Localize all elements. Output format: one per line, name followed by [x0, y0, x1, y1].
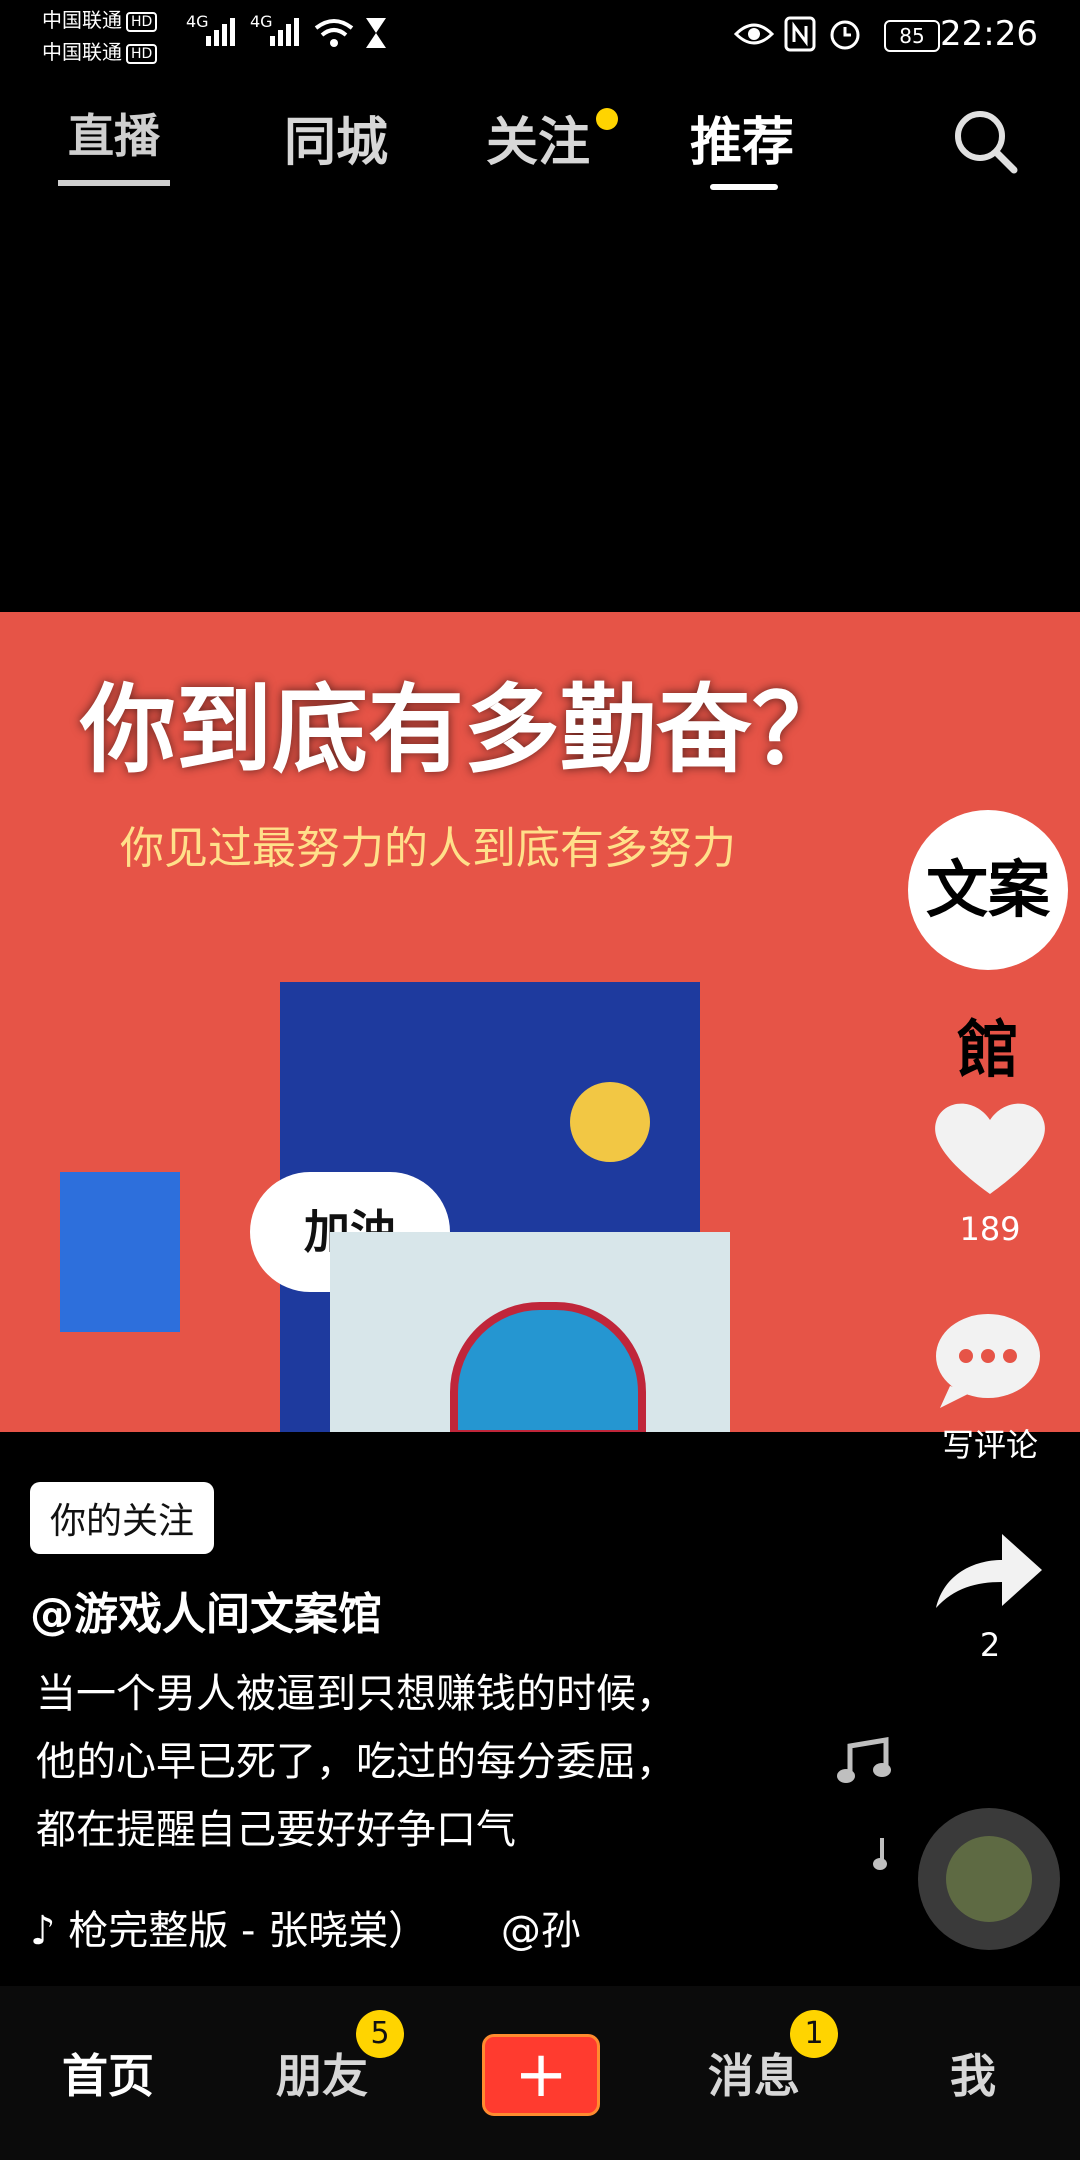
poster-illustration	[60, 1172, 180, 1332]
following-badge: 你的关注	[30, 1482, 215, 1554]
nav-me[interactable]: 我	[950, 2040, 996, 2106]
nav-home[interactable]: 首页	[62, 2040, 154, 2106]
video-description: 当一个男人被逼到只想赚钱的时候， 他的心早已死了，吃过的每分委屈， 都在提醒自己…	[36, 1660, 796, 1864]
music-title: 枪完整版 - 张晓棠）	[68, 1908, 429, 1954]
hd-badge: HD	[126, 43, 158, 64]
live-button[interactable]: 直播	[58, 100, 170, 186]
status-bar: 中国联通 HD 中国联通 HD 4G 4G 85 22:26	[0, 0, 1080, 72]
tiktok-note-icon: ♪	[30, 1908, 56, 1954]
like-count: 189	[959, 1210, 1021, 1248]
music-note-small-icon	[873, 1838, 887, 1870]
battery-indicator: 85	[884, 20, 940, 52]
alarm-icon	[830, 20, 860, 50]
like-heart-icon[interactable]	[930, 1098, 1050, 1198]
signal-icon-2	[270, 18, 299, 46]
messages-badge: 1	[790, 2010, 838, 2058]
carrier-2: 中国联通 HD	[42, 40, 158, 64]
share-icon[interactable]	[930, 1528, 1050, 1628]
eye-icon	[734, 23, 774, 45]
comment-label: 写评论	[941, 1426, 1038, 1464]
description-line: 都在提醒自己要好好争口气	[36, 1807, 516, 1853]
active-tab-indicator	[710, 184, 778, 190]
author-name[interactable]: @游戏人间文案馆	[30, 1578, 382, 1642]
tab-following[interactable]: 关注	[486, 100, 590, 175]
hourglass-icon	[366, 18, 386, 48]
tab-recommended[interactable]: 推荐	[690, 100, 794, 175]
moon-illustration	[570, 1082, 650, 1162]
video-subtitle-overlay: 你见过最努力的人到底有多努力	[120, 823, 736, 874]
music-disc-cover	[946, 1836, 1032, 1922]
wifi-icon	[314, 19, 354, 47]
tab-nearby[interactable]: 同城	[284, 100, 388, 175]
friends-badge: 5	[356, 2010, 404, 2058]
share-count: 2	[979, 1626, 1001, 1664]
nav-messages[interactable]: 消息	[708, 2040, 800, 2106]
nav-friends[interactable]: 朋友	[276, 2040, 368, 2106]
top-nav: 直播 同城 关注 推荐	[0, 90, 1080, 200]
bottom-nav: 首页 朋友 5 + 消息 1 我	[0, 1986, 1080, 2160]
create-post-button[interactable]: +	[482, 2034, 600, 2116]
music-disc[interactable]	[918, 1808, 1060, 1950]
comment-icon[interactable]	[930, 1310, 1050, 1410]
music-author: @孙	[500, 1908, 581, 1954]
following-new-dot	[596, 108, 618, 130]
clock: 22:26	[940, 14, 1038, 54]
nfc-icon	[784, 16, 816, 52]
signal-icon	[206, 18, 235, 46]
hd-badge: HD	[126, 11, 158, 32]
music-note-icon	[837, 1737, 891, 1783]
video-title-overlay: 你到底有多勤奋？	[80, 674, 848, 786]
channel-avatar[interactable]: 文案館	[908, 810, 1068, 1086]
search-icon[interactable]	[950, 106, 1020, 176]
description-line: 他的心早已死了，吃过的每分委屈，	[36, 1739, 676, 1785]
music-ticker[interactable]: ♪ 枪完整版 - 张晓棠） @孙	[30, 1898, 581, 1956]
carrier-1: 中国联通 HD	[42, 8, 158, 32]
video-player[interactable]: 你到底有多勤奋？ 你见过最努力的人到底有多努力 加油	[0, 612, 1080, 1432]
description-line: 当一个男人被逼到只想赚钱的时候，	[36, 1671, 676, 1717]
